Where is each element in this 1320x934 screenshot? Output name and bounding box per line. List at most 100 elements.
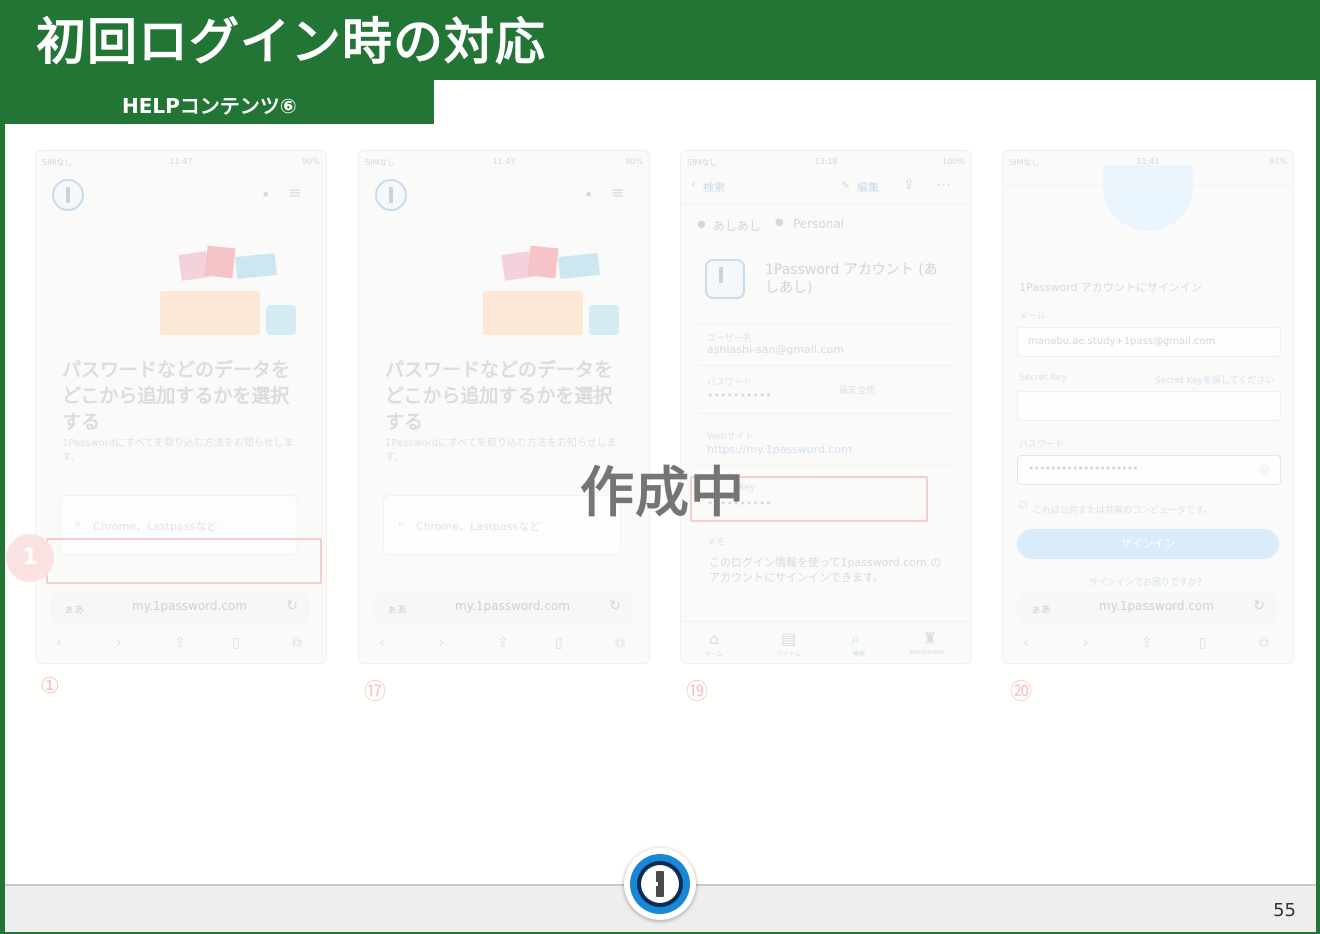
back-icon: ‹ <box>1023 635 1029 651</box>
screenshot-phone-2: SIMなし 11:47 90% • ≡ パスワードなどのデータを どこから追加す… <box>358 150 650 664</box>
home-icon: ⌂ <box>709 629 720 648</box>
status-bar: SIMなし 13:18 100% <box>687 157 965 169</box>
password-value: •••••••••••••••••••• <box>1028 462 1139 475</box>
reload-icon: ↻ <box>1253 598 1265 614</box>
url-text: my.1password.com <box>455 599 570 613</box>
caption-phone-3: ⑲ <box>686 680 709 705</box>
secret-key-help-link[interactable]: Secret Keyを探してください <box>1155 373 1274 386</box>
tab-search: 検索 <box>853 651 866 658</box>
1password-logo-icon <box>375 179 407 211</box>
slide-subtitle: HELPコンテンツ⑥ <box>122 94 297 118</box>
reader-aa-label: ぁあ <box>64 605 84 616</box>
1password-logo-icon <box>624 848 696 920</box>
reader-aa-label: ぁあ <box>1031 605 1051 616</box>
bookmarks-icon: ▯ <box>1199 635 1207 651</box>
page-number: 55 <box>1273 900 1296 921</box>
battery-label: 90% <box>302 157 320 166</box>
search-icon: ⌕ <box>398 516 405 530</box>
back-icon: ‹ <box>56 635 62 651</box>
url-text: my.1password.com <box>1099 599 1214 613</box>
screenshot-phone-4: SIMなし 11:41 91% 1Password アカウントにサインイン メー… <box>1002 150 1294 664</box>
password-label: パスワード <box>1019 440 1065 450</box>
password-field[interactable]: •••••••••••••••••••• ◎ <box>1017 455 1281 485</box>
battery-label: 100% <box>942 157 965 166</box>
reload-icon: ↻ <box>286 598 298 614</box>
owner-label: あしあし <box>713 219 762 233</box>
menu-icon: ≡ <box>611 183 625 202</box>
secret-key-field[interactable] <box>1017 391 1281 421</box>
edit-icon: ✎ <box>841 179 851 192</box>
password-label: パスワード <box>707 378 753 388</box>
website-label: Webサイト <box>707 432 754 442</box>
search-placeholder: Chrome、Lastpassなど <box>93 520 218 533</box>
secret-key-label: Secret Key <box>1019 373 1067 383</box>
status-time: 11:47 <box>169 157 193 166</box>
caption-phone-1: ① <box>40 674 60 699</box>
vault-label: Personal <box>793 217 845 231</box>
email-label: メール <box>1019 312 1047 322</box>
more-icon: ⋯ <box>937 177 951 193</box>
password-value: •••••••••• <box>707 389 772 402</box>
forward-icon: › <box>1083 635 1089 651</box>
slide-title: 初回ログイン時の対応 <box>36 13 546 71</box>
battery-label: 90% <box>625 157 643 166</box>
bookmarks-icon: ▯ <box>232 635 240 651</box>
signin-help-link[interactable]: サインインでお困りですか？ <box>1089 575 1206 588</box>
signin-button[interactable]: サインイン <box>1017 529 1279 559</box>
memo-label: メモ <box>707 538 726 548</box>
share-icon: ⇪ <box>903 177 915 193</box>
url-text: my.1password.com <box>132 599 247 613</box>
watchtower-icon: ♜ <box>923 629 938 648</box>
browser-toolbar: ‹ › ⇪ ▯ ⧉ <box>1003 635 1293 655</box>
back-icon: ‹ <box>379 635 385 651</box>
tabs-icon: ⧉ <box>292 635 302 651</box>
url-bar: ぁあ my.1password.com ↻ <box>1017 593 1277 623</box>
work-in-progress-overlay: 作成中 <box>580 461 745 524</box>
forward-icon: › <box>439 635 445 651</box>
share-icon: ⇪ <box>1141 635 1153 651</box>
item-title: 1Password アカウント (あしあし) <box>765 262 938 296</box>
tab-items: アイテム <box>777 651 801 658</box>
tab-home: ホーム <box>705 651 723 658</box>
item-logo-icon <box>705 259 745 299</box>
bookmarks-icon: ▯ <box>555 635 563 651</box>
1password-logo-icon <box>52 179 84 211</box>
edit-label: 編集 <box>857 181 879 194</box>
reader-aa-label: ぁあ <box>387 605 407 616</box>
items-icon: ▤ <box>781 629 797 648</box>
battery-label: 91% <box>1269 157 1287 166</box>
caption-phone-4: ⑳ <box>1010 680 1033 705</box>
public-computer-label: これは公共または共有のコンピュータです。 <box>1033 506 1213 516</box>
share-icon: ⇪ <box>174 635 186 651</box>
browser-toolbar: ‹ › ⇪ ▯ ⧉ <box>36 635 326 655</box>
checkbox-icon[interactable]: ☐ <box>1019 501 1027 511</box>
search-icon: ⌕ <box>75 516 82 530</box>
email-field[interactable]: manabu.ae.study+1pass@gmail.com <box>1017 327 1281 357</box>
content-area-top <box>434 80 1316 124</box>
screenshot-phone-1: SIMなし 11:47 90% • ≡ パスワードなどのデータを どこから追加す… <box>35 150 327 664</box>
1password-fill-icon[interactable]: ◎ <box>1260 462 1270 476</box>
reload-icon: ↻ <box>609 598 621 614</box>
import-heading: パスワードなどのデータを どこから追加するかを選択 する <box>62 359 291 433</box>
email-value: manabu.ae.study+1pass@gmail.com <box>1028 336 1216 347</box>
menu-icon: ≡ <box>288 183 302 202</box>
import-box-illustration <box>160 245 296 335</box>
status-bar: SIMなし 11:47 90% <box>365 157 643 169</box>
status-time: 13:18 <box>814 157 838 166</box>
step-marker: 1 <box>6 534 54 582</box>
tabs-icon: ⧉ <box>1259 635 1269 651</box>
back-chevron-icon: ‹ <box>691 177 696 191</box>
url-bar: ぁあ my.1password.com ↻ <box>373 593 633 623</box>
tabs-icon: ⧉ <box>615 635 625 651</box>
1password-logo-icon <box>1103 165 1193 231</box>
mic-icon: • <box>584 185 594 204</box>
import-box-illustration <box>483 245 619 335</box>
caption-phone-2: ⑰ <box>364 680 387 705</box>
tab-watchtower: Watchtower <box>909 649 945 656</box>
search-placeholder: Chrome、Lastpassなど <box>416 520 541 533</box>
password-strength: 最安全性 <box>839 386 876 396</box>
share-icon: ⇪ <box>497 635 509 651</box>
memo-value: このログイン情報を使って1password.com のアカウントにサインインでき… <box>709 556 942 584</box>
screenshot-phone-3: SIMなし 13:18 100% ‹ 検索 ✎ 編集 ⇪ ⋯ ● あしあし ● … <box>680 150 972 664</box>
forward-icon: › <box>116 635 122 651</box>
